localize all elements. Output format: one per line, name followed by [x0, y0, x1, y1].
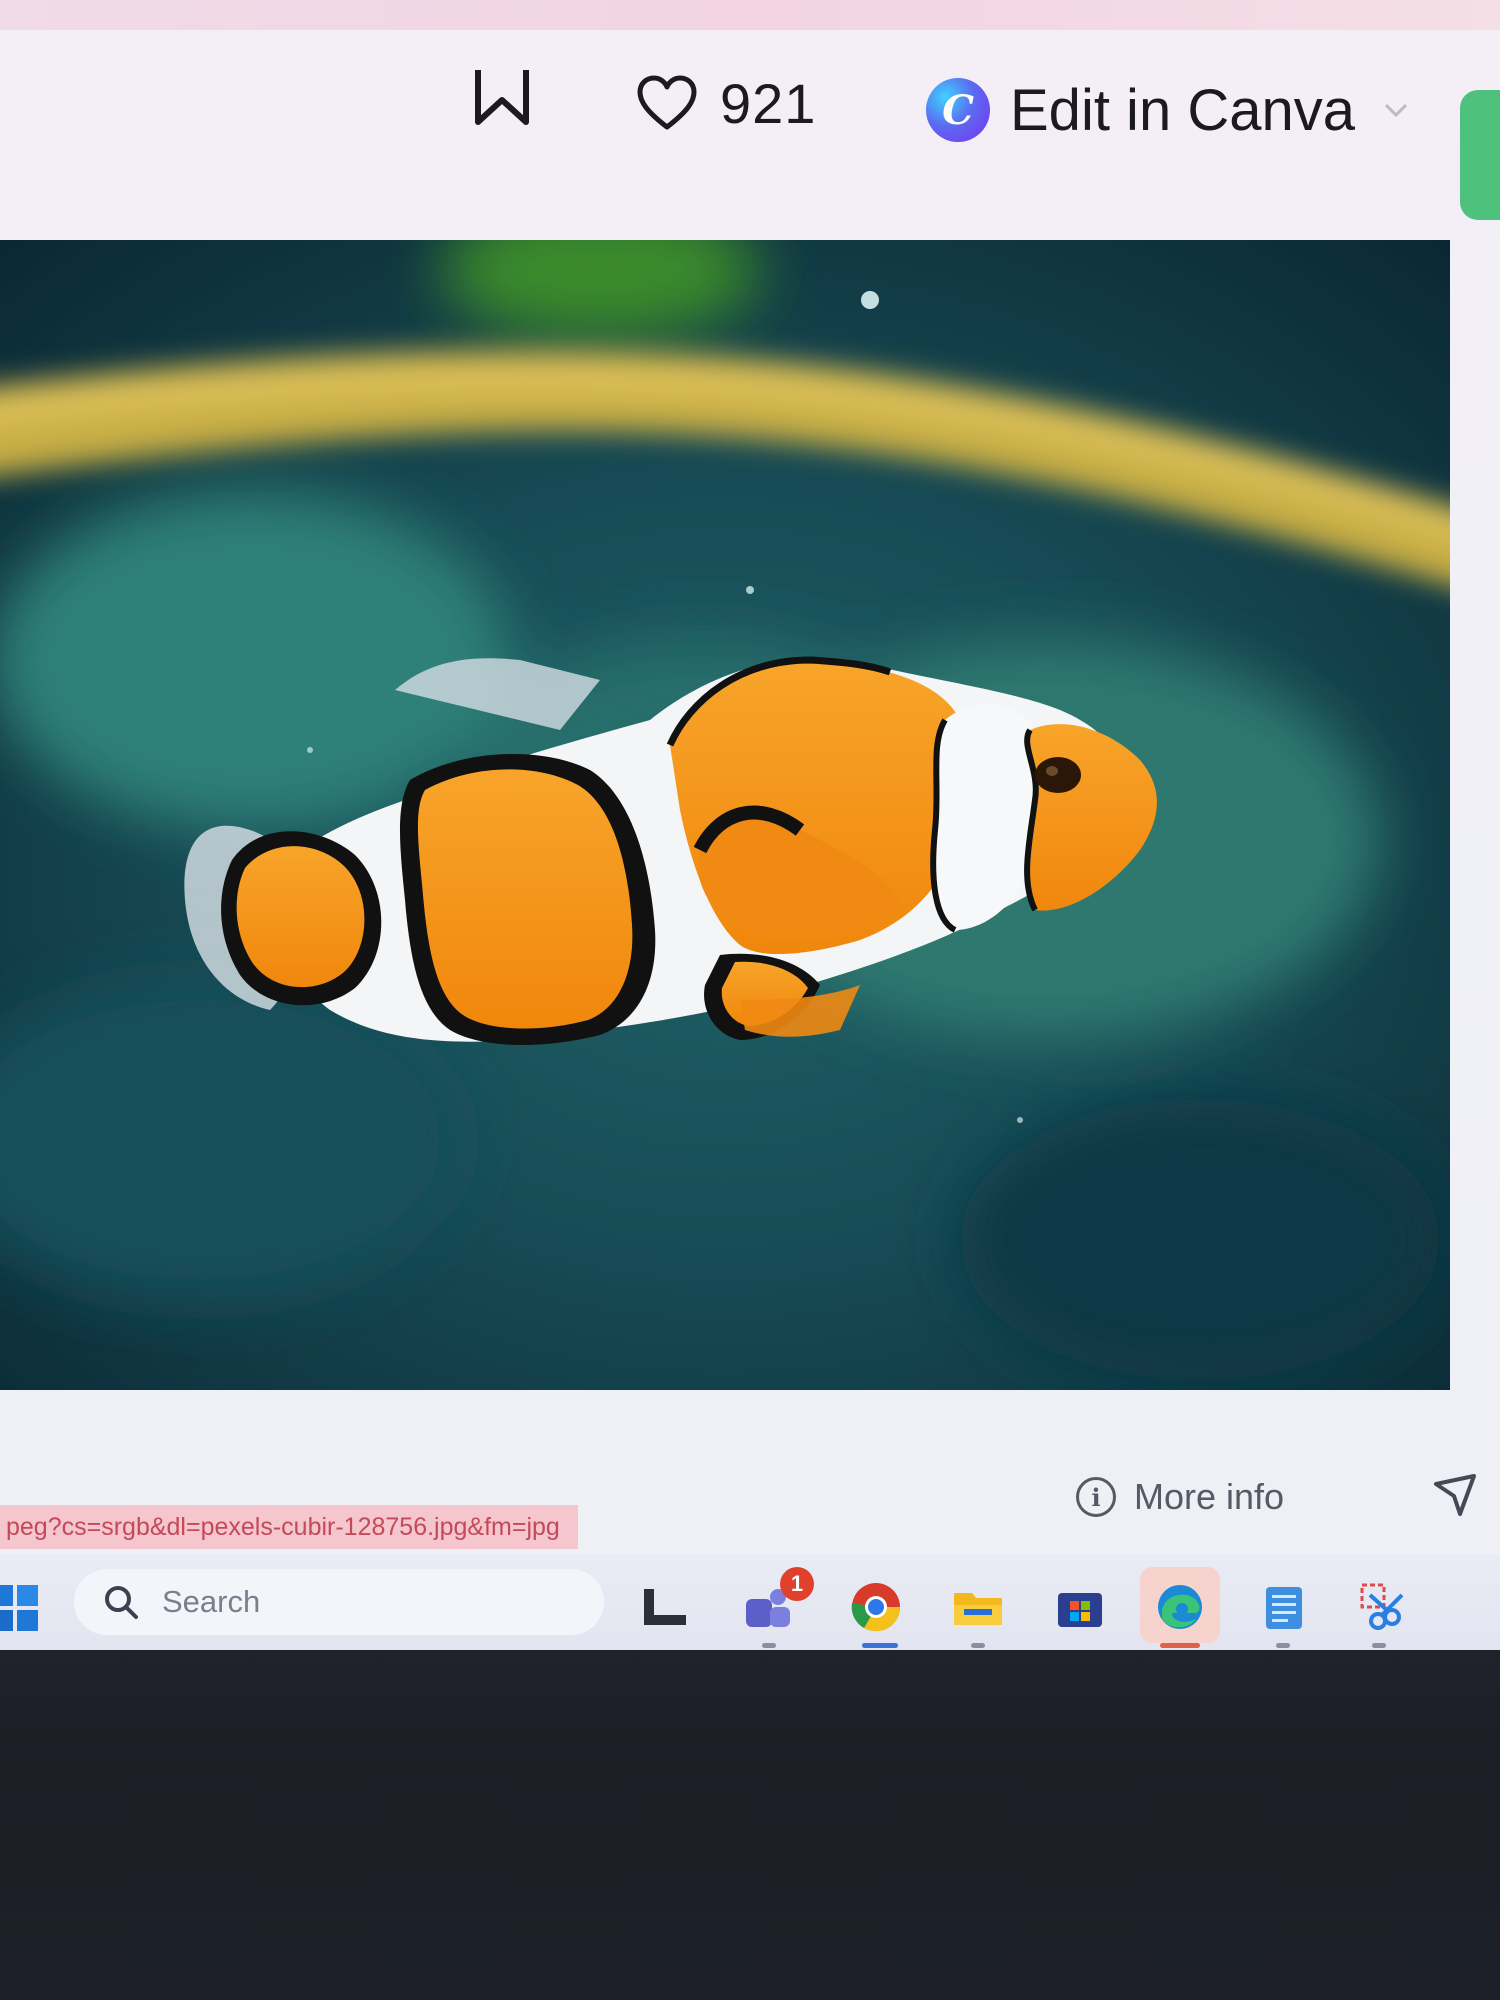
w-icon[interactable] [472, 66, 532, 128]
more-info-button[interactable]: i More info [1076, 1472, 1284, 1522]
edit-in-canva-button[interactable]: C Edit in Canva [926, 72, 1411, 148]
photo-of-monitor: 921 C Edit in Canva i More info peg?cs=s… [0, 0, 1500, 2000]
monitor-bezel [0, 1650, 1500, 2000]
task-view-icon[interactable] [638, 1579, 694, 1635]
windows-start-icon[interactable] [0, 1583, 40, 1633]
edge-icon[interactable] [1152, 1579, 1208, 1635]
chrome-icon[interactable] [848, 1579, 904, 1635]
notepad-running-indicator [1276, 1643, 1290, 1648]
edit-in-canva-label: Edit in Canva [1010, 77, 1355, 143]
canva-logo-icon: C [926, 78, 990, 142]
file-explorer-icon[interactable] [950, 1579, 1006, 1635]
info-icon: i [1076, 1477, 1116, 1517]
notepad-icon[interactable] [1256, 1579, 1312, 1635]
heart-icon [637, 75, 697, 130]
browser-top-strip [0, 0, 1500, 30]
edge-active-indicator [1160, 1643, 1200, 1648]
more-info-label: More info [1134, 1476, 1285, 1517]
download-button[interactable] [1460, 90, 1500, 220]
teams-notification-badge: 1 [780, 1567, 814, 1601]
snipping-tool-icon[interactable] [1356, 1579, 1412, 1635]
search-placeholder: Search [162, 1584, 261, 1619]
explorer-running-indicator [971, 1643, 985, 1648]
microsoft-store-icon[interactable] [1052, 1579, 1108, 1635]
like-count: 921 [720, 71, 817, 135]
clownfish-image [0, 240, 1450, 1390]
teams-running-indicator [762, 1643, 776, 1648]
send-icon[interactable] [1430, 1470, 1480, 1520]
taskbar: Search 1 [0, 1555, 1500, 1655]
chrome-active-indicator [862, 1643, 898, 1648]
snipping-running-indicator [1372, 1643, 1386, 1648]
like-button[interactable]: 921 [636, 68, 816, 138]
image-toolbar: 921 C Edit in Canva [0, 30, 1500, 230]
status-bar-url: peg?cs=srgb&dl=pexels-cubir-128756.jpg&f… [0, 1505, 578, 1549]
clownfish-photo [0, 240, 1450, 1390]
taskbar-search-box[interactable]: Search [74, 1569, 604, 1635]
monitor-screen: 921 C Edit in Canva i More info peg?cs=s… [0, 0, 1500, 1660]
search-icon [105, 1586, 138, 1619]
chevron-down-icon[interactable] [1381, 95, 1411, 125]
